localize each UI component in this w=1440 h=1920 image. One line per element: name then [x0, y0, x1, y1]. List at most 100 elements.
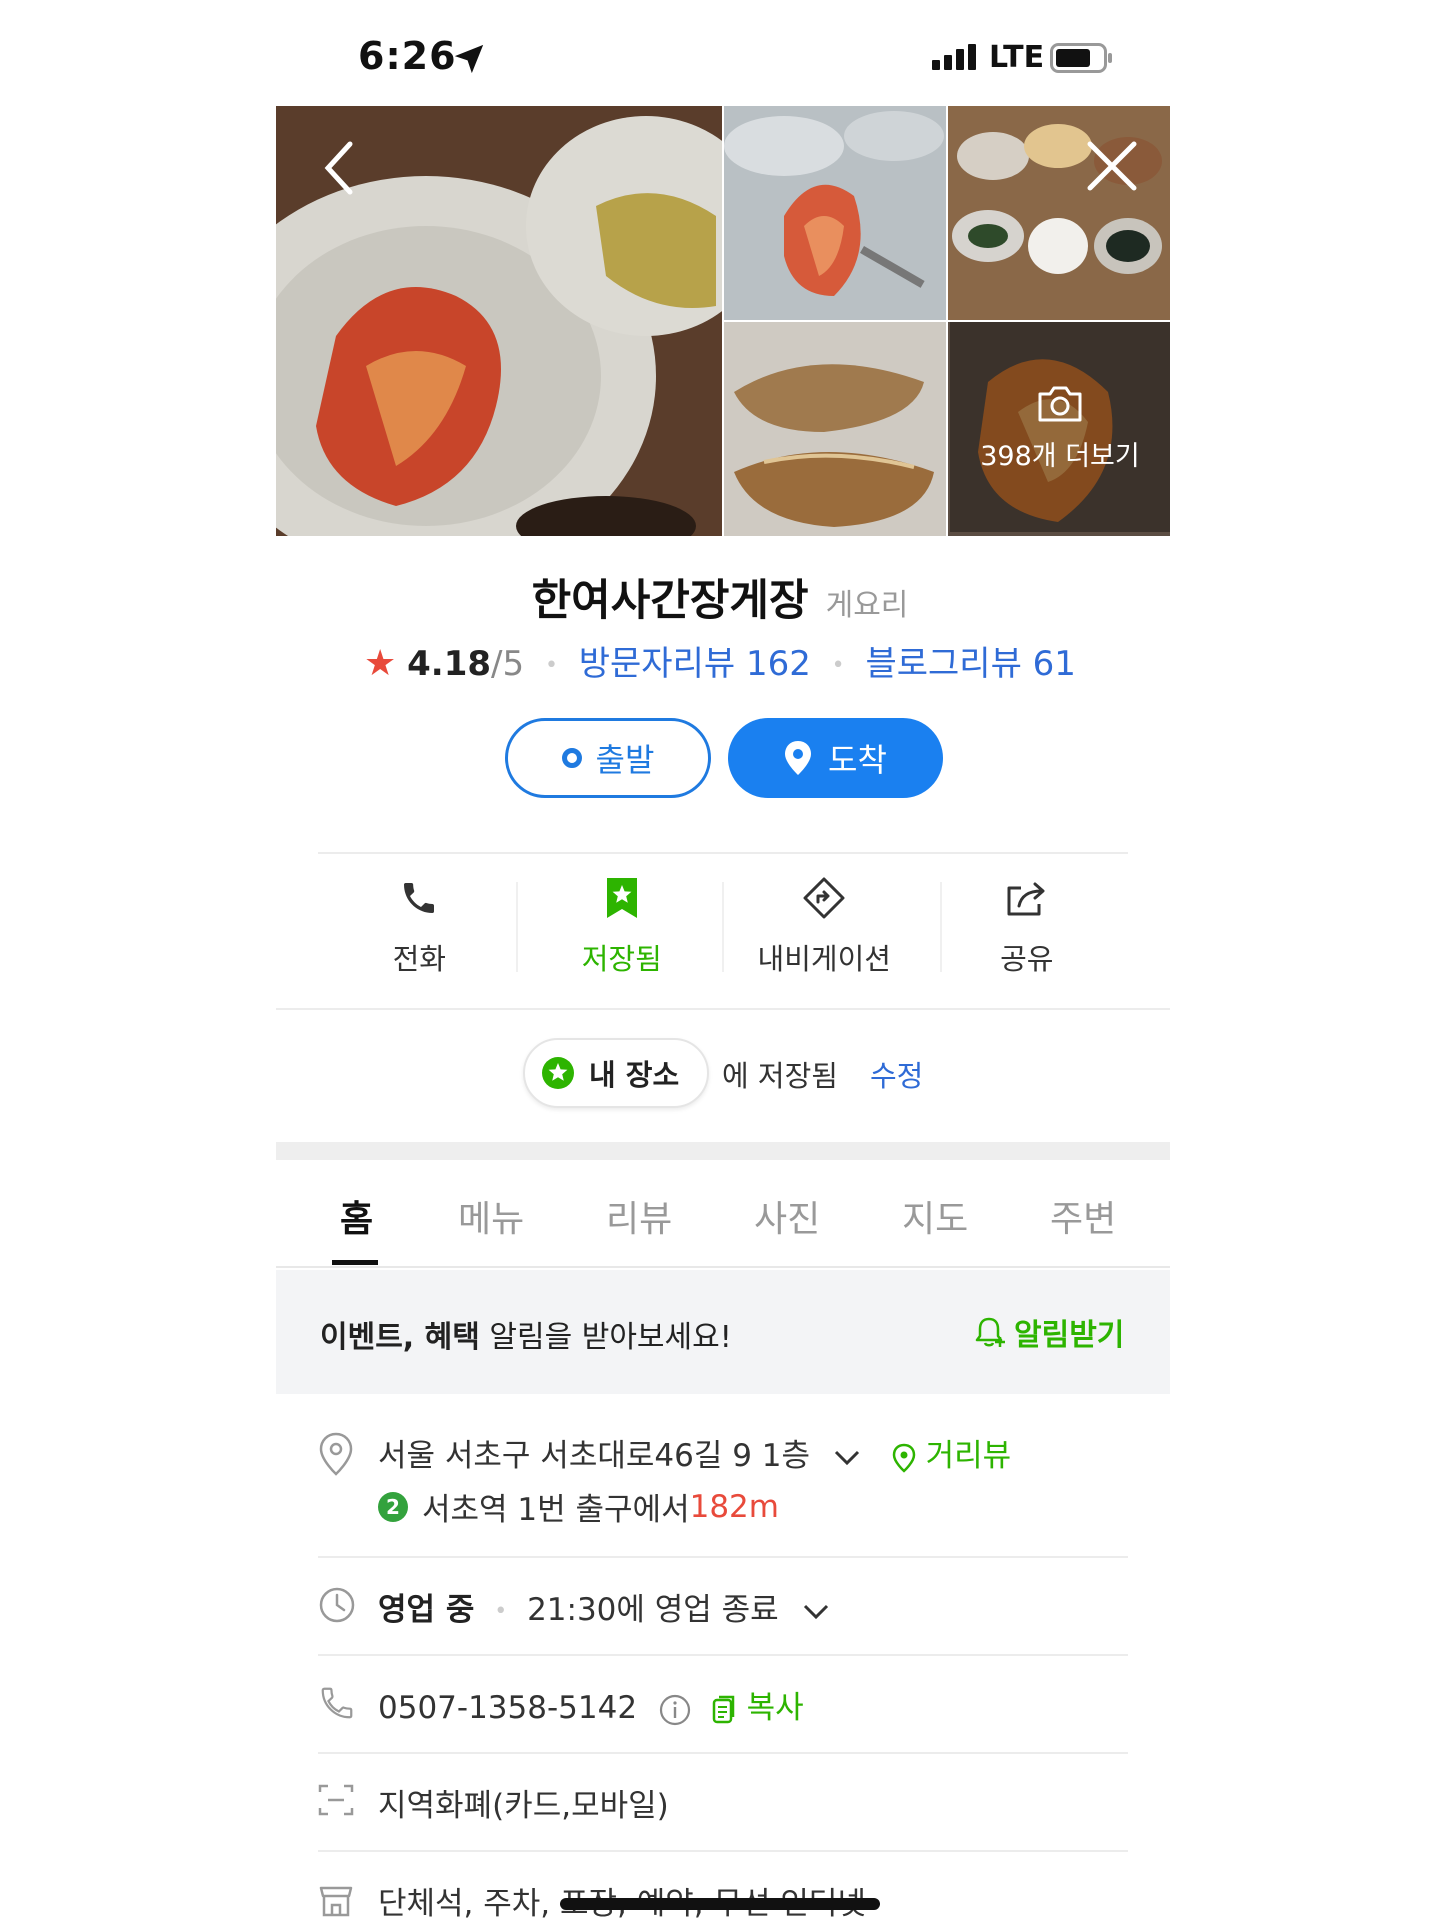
separator-dot: • — [494, 1599, 508, 1624]
address-row[interactable]: 서울 서초구 서초대로46길 9 1층 거리뷰 — [378, 1430, 1011, 1475]
depart-label: 출발 — [595, 741, 655, 779]
streetview-label: 거리뷰 — [925, 1438, 1012, 1474]
divider — [940, 882, 942, 972]
share-label: 공유 — [1000, 942, 1054, 976]
separator-dot: • — [544, 653, 558, 678]
tab-menu[interactable]: 메뉴 — [458, 1190, 524, 1242]
open-status: 영업 중 — [378, 1592, 475, 1628]
redaction-scribble — [560, 1898, 880, 1910]
navigation-label: 내비게이션 — [757, 942, 891, 976]
subscribe-alert-label: 알림받기 — [1014, 1318, 1125, 1353]
place-name: 한여사간장게장 — [531, 576, 809, 626]
copy-label: 복사 — [746, 1690, 804, 1726]
more-photos-overlay[interactable] — [950, 322, 1170, 532]
tab-bar: 홈 메뉴 리뷰 사진 지도 주변 — [276, 1160, 1170, 1268]
payment-icon — [318, 1784, 354, 1816]
tab-home[interactable]: 홈 — [340, 1190, 373, 1242]
alert-text-rest: 알림을 받아보세요! — [479, 1320, 732, 1355]
divider — [318, 1752, 1128, 1754]
hours-row[interactable]: 영업 중 • 21:30에 영업 종료 — [378, 1584, 829, 1629]
bell-plus-icon — [975, 1317, 1005, 1347]
closing-time: 21:30에 영업 종료 — [527, 1592, 779, 1628]
signal-icon — [932, 44, 976, 70]
chevron-down-icon[interactable] — [803, 1604, 829, 1620]
section-separator — [276, 1142, 1170, 1160]
divider — [276, 1008, 1170, 1010]
star-circle-icon — [542, 1057, 574, 1089]
arrive-label: 도착 — [828, 741, 887, 779]
alert-text: 이벤트, 혜택 알림을 받아보세요! — [320, 1312, 732, 1356]
subscribe-alert-button[interactable]: 알림받기 — [972, 1310, 1124, 1354]
separator-dot: • — [831, 653, 845, 678]
location-arrow-icon — [454, 44, 484, 74]
payment-text: 지역화폐(카드,모바일) — [378, 1788, 669, 1824]
clock-icon — [319, 1587, 355, 1623]
network-label: LTE — [989, 40, 1045, 75]
more-photos-label[interactable]: 398개 더보기 — [950, 434, 1170, 473]
subway-distance: 182m — [689, 1488, 779, 1525]
depart-button[interactable]: 출발 — [505, 718, 711, 798]
blog-reviews-link[interactable]: 블로그리뷰 61 — [865, 644, 1075, 684]
origin-dot-icon — [561, 748, 582, 768]
call-action[interactable]: 전화 — [318, 858, 521, 978]
phone-row: 0507-1358-5142 복사 — [378, 1682, 804, 1727]
navigation-action[interactable]: 내비게이션 — [723, 858, 926, 978]
rating-value: 4.18 — [407, 644, 492, 684]
copy-button[interactable]: 복사 — [711, 1690, 804, 1726]
saved-text: 에 저장됨 — [722, 1059, 838, 1093]
subway-line-badge: 2 — [378, 1491, 408, 1522]
address-text: 서울 서초구 서초대로46길 9 1층 — [378, 1438, 811, 1474]
my-places-label: 내 장소 — [589, 1058, 680, 1092]
battery-icon — [1050, 43, 1112, 73]
active-tab-indicator — [332, 1260, 378, 1265]
star-icon: ★ — [364, 643, 397, 684]
photo-2[interactable] — [724, 106, 946, 320]
streetview-link[interactable]: 거리뷰 — [892, 1438, 1011, 1474]
visitor-reviews-link[interactable]: 방문자리뷰 162 — [579, 644, 811, 684]
divider — [318, 1556, 1128, 1558]
call-label: 전화 — [392, 942, 446, 976]
navigation-icon — [803, 877, 845, 919]
alert-banner: 이벤트, 혜택 알림을 받아보세요! 알림받기 — [276, 1270, 1170, 1394]
saved-label: 저장됨 — [581, 942, 662, 976]
rating-row: ★ 4.18/5 • 방문자리뷰 162 • 블로그리뷰 61 — [0, 636, 1440, 685]
photo-4[interactable] — [724, 322, 946, 536]
tab-map[interactable]: 지도 — [902, 1190, 968, 1242]
divider — [318, 1850, 1128, 1852]
my-places-chip[interactable]: 내 장소 — [523, 1038, 709, 1108]
divider — [318, 852, 1128, 854]
tab-photos[interactable]: 사진 — [754, 1190, 820, 1242]
store-icon — [319, 1886, 353, 1917]
subway-text: 서초역 1번 출구에서 — [422, 1492, 690, 1528]
place-title-row: 한여사간장게장 게요리 — [0, 566, 1440, 628]
tab-reviews[interactable]: 리뷰 — [606, 1190, 672, 1242]
payment-row: 지역화폐(카드,모바일) — [378, 1780, 669, 1825]
saved-action[interactable]: 저장됨 — [521, 858, 724, 978]
share-action[interactable]: 공유 — [926, 858, 1129, 978]
streetview-pin-icon — [892, 1443, 916, 1473]
tab-nearby[interactable]: 주변 — [1050, 1190, 1116, 1242]
phone-icon — [321, 1687, 353, 1719]
arrive-button[interactable]: 도착 — [728, 718, 943, 798]
alert-text-bold: 이벤트, 혜택 — [320, 1320, 480, 1355]
divider — [516, 882, 518, 972]
divider — [318, 1654, 1128, 1656]
camera-icon — [1038, 386, 1082, 422]
status-bar: 6:26 LTE — [0, 0, 1440, 106]
close-icon[interactable] — [1084, 138, 1140, 194]
share-icon — [1007, 882, 1045, 916]
phone-icon — [404, 883, 435, 913]
location-pin-icon — [319, 1432, 353, 1476]
place-category: 게요리 — [825, 588, 909, 623]
chevron-down-icon[interactable] — [834, 1450, 860, 1466]
subway-row: 2 서초역 1번 출구에서 182m — [378, 1484, 779, 1529]
info-icon[interactable] — [659, 1694, 691, 1726]
edit-link[interactable]: 수정 — [870, 1053, 923, 1095]
copy-icon — [712, 1695, 735, 1723]
divider — [722, 882, 724, 972]
map-pin-icon — [785, 741, 812, 775]
phone-number[interactable]: 0507-1358-5142 — [378, 1690, 637, 1726]
back-icon[interactable] — [320, 140, 360, 196]
rating-max: /5 — [491, 644, 525, 684]
saved-to-row: 내 장소 에 저장됨 수정 — [0, 1038, 1440, 1110]
